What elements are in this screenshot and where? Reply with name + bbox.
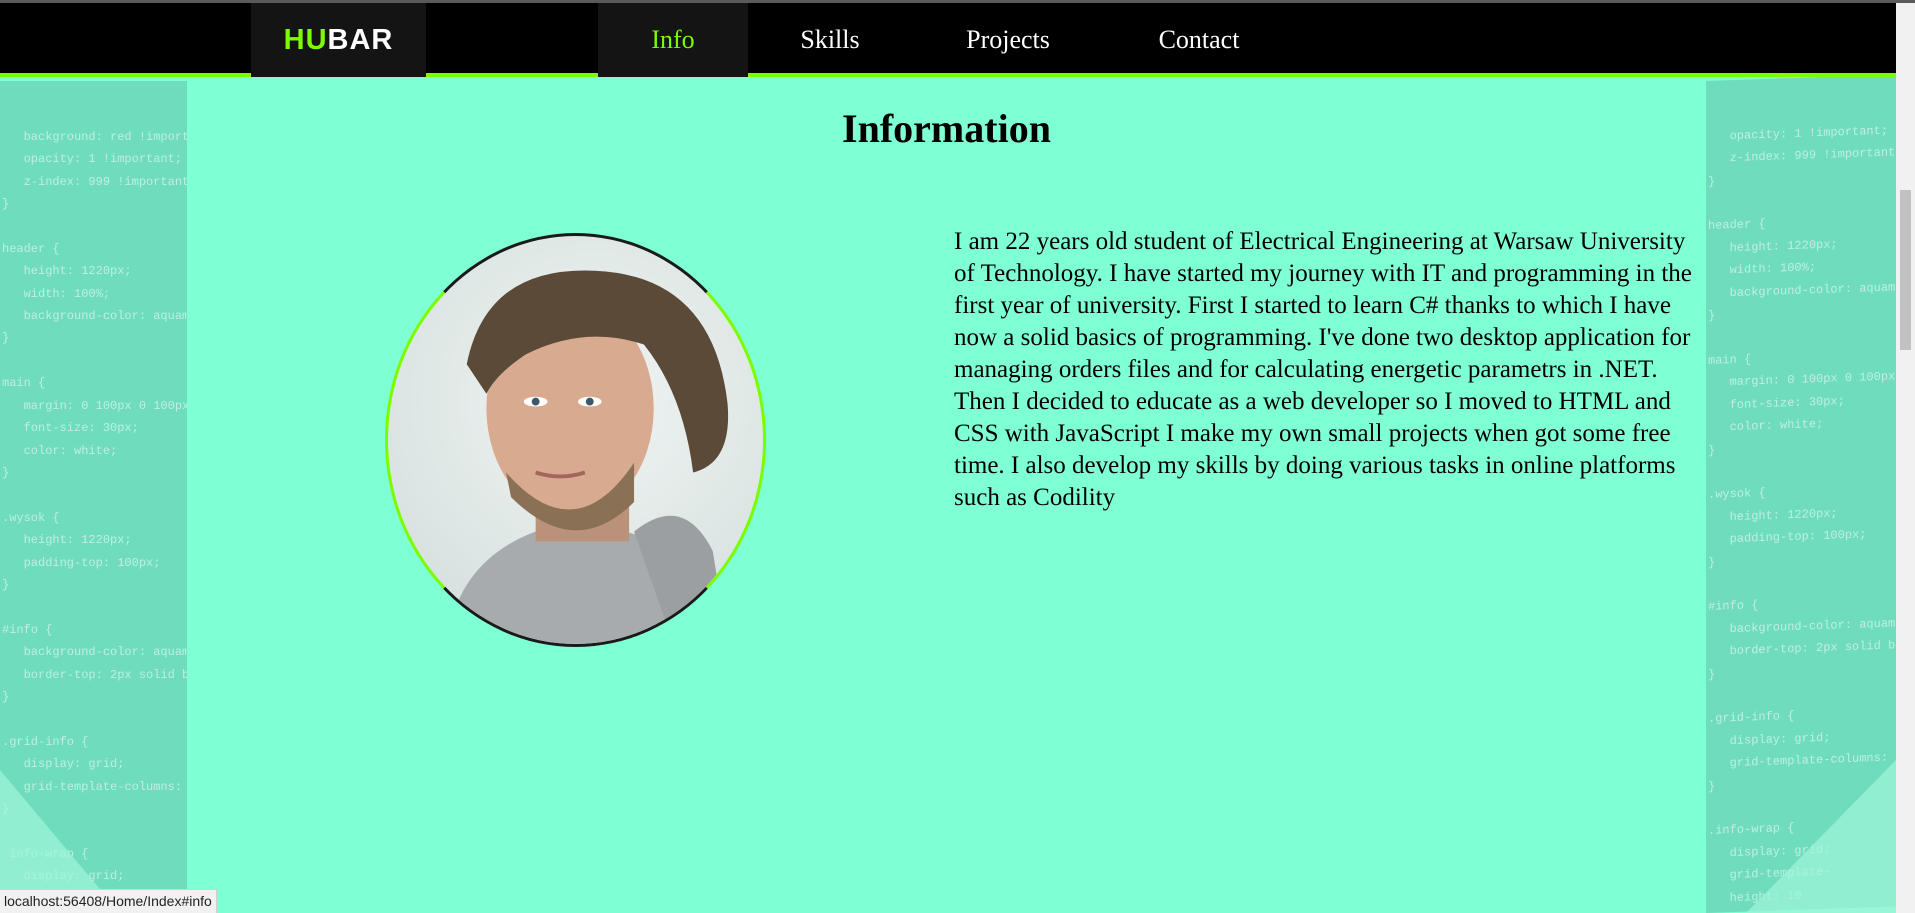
logo-part-hu: HU [283, 23, 328, 56]
scrollbar-thumb[interactable] [1900, 190, 1911, 350]
main-nav: Info Skills Projects Contact [598, 3, 1294, 77]
info-section: Information I am 22 years old student of… [187, 81, 1706, 913]
browser-status-bar: localhost:56408/Home/Index#info [0, 889, 217, 913]
profile-photo-illustration [447, 270, 733, 644]
logo-part-bar: BAR [327, 23, 394, 56]
nav-item-projects[interactable]: Projects [912, 3, 1104, 77]
decorative-corner-right [1746, 760, 1896, 913]
bio-paragraph: I am 22 years old student of Electrical … [954, 228, 1692, 511]
site-logo[interactable]: HU BAR [251, 3, 426, 77]
nav-item-info[interactable]: Info [598, 3, 748, 77]
nav-item-contact[interactable]: Contact [1104, 3, 1294, 77]
section-title: Information [842, 106, 1051, 151]
site-header: HU BAR Info Skills Projects Contact [0, 3, 1896, 77]
profile-photo [385, 233, 766, 647]
vertical-scrollbar[interactable] [1896, 3, 1915, 913]
nav-item-skills[interactable]: Skills [748, 3, 912, 77]
